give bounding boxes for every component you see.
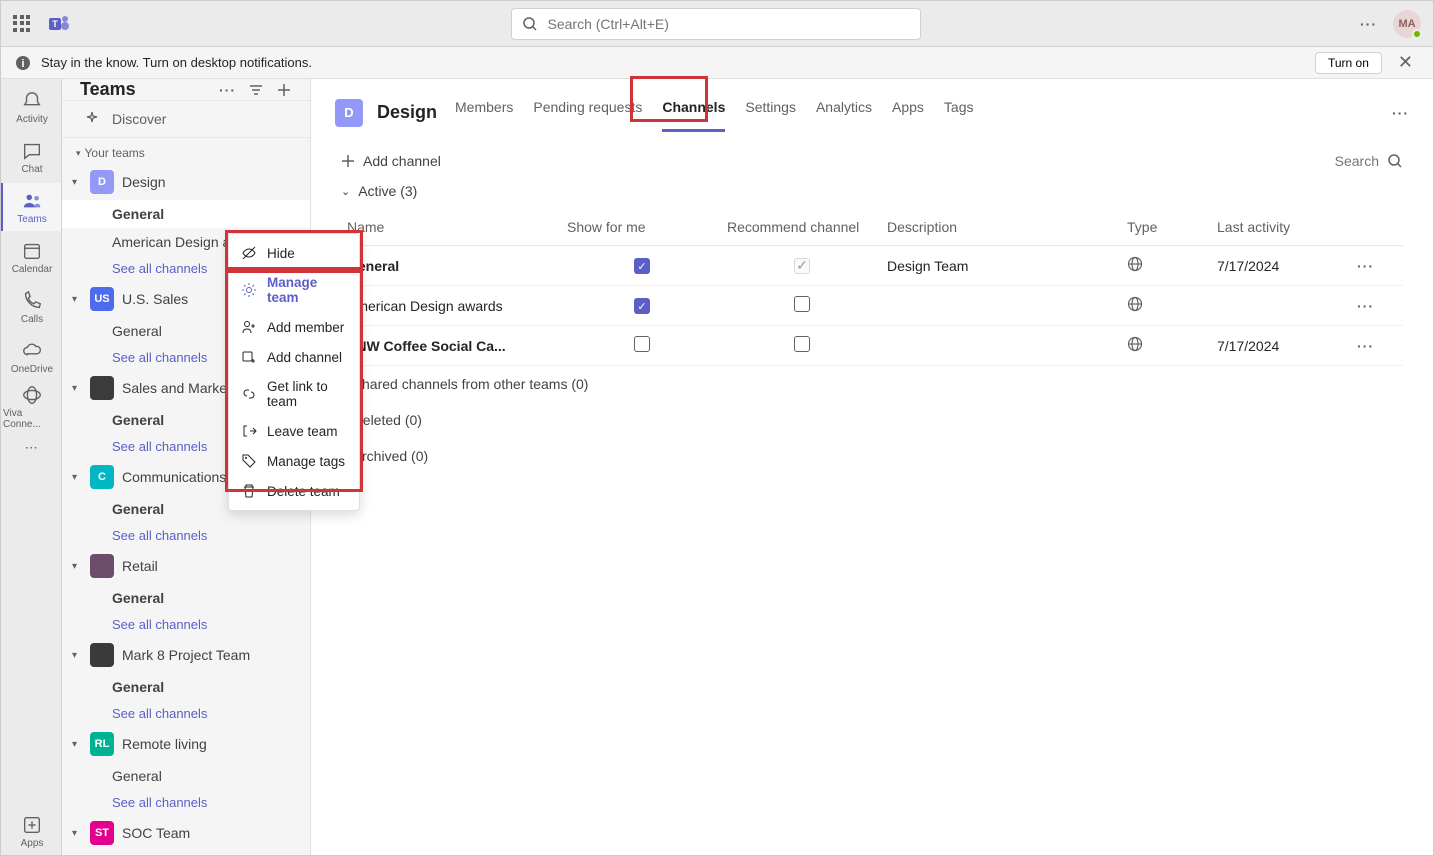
see-all-channels[interactable]: See all channels (62, 701, 310, 726)
app-launcher-icon[interactable] (13, 15, 31, 33)
plus-icon (341, 154, 355, 168)
svg-text:i: i (21, 58, 24, 70)
channel-name: American Design awards (347, 298, 557, 314)
channel-row[interactable]: General (62, 200, 310, 228)
main-content: D Design Members Pending requests Channe… (311, 79, 1433, 855)
recommend-checkbox[interactable] (794, 296, 810, 312)
search-box[interactable] (511, 8, 921, 40)
last-activity: 7/17/2024 (1217, 338, 1347, 354)
menu-delete-team[interactable]: Delete team (229, 476, 359, 506)
rail-apps[interactable]: Apps (1, 807, 61, 855)
table-row: American Design awards ✓ ··· (341, 286, 1403, 326)
sparkle-icon (84, 111, 100, 127)
tab-pending[interactable]: Pending requests (533, 93, 642, 132)
row-more-icon[interactable]: ··· (1357, 258, 1397, 274)
tab-analytics[interactable]: Analytics (816, 93, 872, 132)
discover-button[interactable]: Discover (62, 100, 310, 138)
rail-onedrive[interactable]: OneDrive (1, 333, 61, 381)
menu-leave-team[interactable]: Leave team (229, 416, 359, 446)
show-checkbox[interactable]: ✓ (634, 298, 650, 314)
team-more-icon[interactable]: ··· (1392, 105, 1409, 121)
channel-name: General (347, 258, 557, 274)
show-checkbox[interactable] (634, 336, 650, 352)
top-bar: T ··· MA (1, 1, 1433, 47)
search-icon (522, 16, 538, 32)
recommend-checkbox: ✓ (794, 258, 810, 274)
tab-settings[interactable]: Settings (745, 93, 796, 132)
table-row: General ✓ ✓ Design Team 7/17/2024 ··· (341, 246, 1403, 286)
user-avatar[interactable]: MA (1393, 10, 1421, 38)
team-row[interactable]: ▾DDesign (62, 164, 310, 200)
search-input[interactable] (548, 16, 910, 32)
teams-logo-icon: T (47, 12, 71, 36)
tab-tags[interactable]: Tags (944, 93, 974, 132)
menu-add-member[interactable]: Add member (229, 312, 359, 342)
see-all-channels[interactable]: See all channels (62, 612, 310, 637)
notification-bar: i Stay in the know. Turn on desktop noti… (1, 47, 1433, 79)
your-teams-label[interactable]: ▾Your teams (62, 138, 310, 164)
table-header: Name Show for me Recommend channel Descr… (341, 209, 1403, 246)
channel-row[interactable]: General (62, 584, 310, 612)
search-icon (1387, 153, 1403, 169)
channel-description: Design Team (887, 258, 1117, 274)
close-icon[interactable]: ✕ (1392, 52, 1419, 73)
row-more-icon[interactable]: ··· (1357, 298, 1397, 314)
recommend-checkbox[interactable] (794, 336, 810, 352)
see-all-channels[interactable]: See all channels (62, 523, 310, 548)
globe-icon (1127, 336, 1207, 355)
channel-row[interactable]: General (62, 851, 310, 855)
rail-activity[interactable]: Activity (1, 83, 61, 131)
show-checkbox[interactable]: ✓ (634, 258, 650, 274)
app-rail: Activity Chat Teams Calendar Calls OneDr… (1, 79, 62, 855)
add-team-icon[interactable] (276, 82, 292, 98)
add-channel-button[interactable]: Add channel (341, 149, 441, 173)
more-icon[interactable]: ··· (1360, 16, 1377, 32)
rail-more[interactable]: ··· (1, 433, 61, 463)
menu-hide[interactable]: Hide (229, 238, 359, 268)
channel-row[interactable]: General (62, 673, 310, 701)
menu-manage-team[interactable]: Manage team (229, 268, 359, 312)
team-context-menu: Hide Manage team Add member Add channel … (228, 233, 360, 511)
channel-name: PNW Coffee Social Ca... (347, 338, 557, 354)
menu-add-channel[interactable]: Add channel (229, 342, 359, 372)
tab-channels[interactable]: Channels (662, 93, 725, 132)
turn-on-button[interactable]: Turn on (1315, 52, 1382, 74)
rail-viva[interactable]: Viva Conne... (1, 383, 61, 431)
team-row[interactable]: ▾STSOC Team (62, 815, 310, 851)
globe-icon (1127, 256, 1207, 275)
shared-section[interactable]: ›Shared channels from other teams (0) (341, 366, 1403, 402)
see-all-channels[interactable]: See all channels (62, 790, 310, 815)
team-title: Design (377, 102, 437, 123)
tab-apps[interactable]: Apps (892, 93, 924, 132)
rail-chat[interactable]: Chat (1, 133, 61, 181)
archived-section[interactable]: ›Archived (0) (341, 438, 1403, 474)
last-activity: 7/17/2024 (1217, 258, 1347, 274)
menu-get-link[interactable]: Get link to team (229, 372, 359, 416)
team-row[interactable]: ▾Mark 8 Project Team (62, 637, 310, 673)
menu-manage-tags[interactable]: Manage tags (229, 446, 359, 476)
more-options-icon[interactable]: ··· (219, 82, 236, 98)
sidebar-title: Teams (80, 79, 136, 100)
rail-teams[interactable]: Teams (1, 183, 61, 231)
team-icon: D (335, 99, 363, 127)
notification-text: Stay in the know. Turn on desktop notifi… (41, 55, 312, 70)
avatar-initials: MA (1398, 18, 1415, 30)
channel-row[interactable]: General (62, 762, 310, 790)
table-row: PNW Coffee Social Ca... 7/17/2024 ··· (341, 326, 1403, 366)
globe-icon (1127, 296, 1207, 315)
svg-text:T: T (52, 19, 58, 29)
rail-calls[interactable]: Calls (1, 283, 61, 331)
channel-search-input[interactable] (1279, 153, 1379, 169)
team-row[interactable]: ▾Retail (62, 548, 310, 584)
info-icon: i (15, 55, 31, 71)
deleted-section[interactable]: ›Deleted (0) (341, 402, 1403, 438)
tab-members[interactable]: Members (455, 93, 513, 132)
rail-calendar[interactable]: Calendar (1, 233, 61, 281)
filter-icon[interactable] (248, 82, 264, 98)
active-section[interactable]: ⌄Active (3) (341, 173, 1403, 209)
row-more-icon[interactable]: ··· (1357, 338, 1397, 354)
presence-indicator (1412, 29, 1422, 39)
channel-search[interactable] (1279, 153, 1403, 169)
team-row[interactable]: ▾RLRemote living (62, 726, 310, 762)
